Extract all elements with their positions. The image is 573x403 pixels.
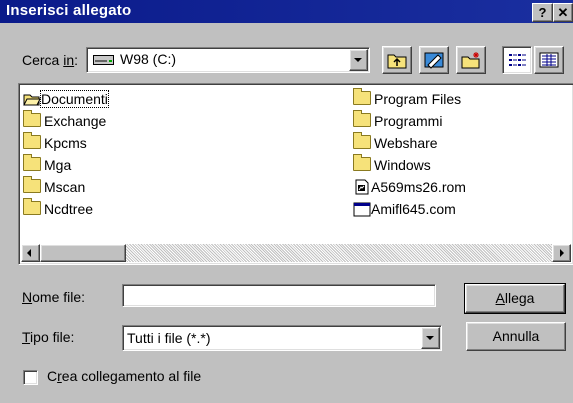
- arrow-left-icon: [27, 249, 31, 257]
- file-type-label: Tipo file:: [22, 329, 75, 345]
- attach-button[interactable]: Allega: [465, 284, 565, 313]
- list-item-folder[interactable]: Exchange: [23, 110, 106, 131]
- create-link-label: Crea collegamento al file: [47, 368, 202, 384]
- list-view-button[interactable]: [502, 46, 532, 74]
- list-item-folder[interactable]: Program Files: [353, 88, 461, 109]
- list-view-icon: [509, 54, 526, 66]
- details-view-button[interactable]: [534, 46, 564, 74]
- list-item-folder[interactable]: Ncdtree: [23, 198, 93, 219]
- list-item-folder[interactable]: Mga: [23, 154, 71, 175]
- list-item-folder[interactable]: Kpcms: [23, 132, 87, 153]
- scroll-right-button[interactable]: [552, 244, 571, 262]
- title-bar: Inserisci allegato ? ✕: [0, 0, 573, 23]
- close-button[interactable]: ✕: [553, 3, 573, 22]
- desktop-button[interactable]: [419, 46, 449, 74]
- folder-icon: [23, 198, 41, 215]
- folder-icon: [353, 88, 371, 105]
- folder-icon: [353, 132, 371, 149]
- list-item-folder[interactable]: Programmi: [353, 110, 442, 131]
- chevron-down-icon: [426, 336, 434, 340]
- list-item-folder[interactable]: Windows: [353, 154, 431, 175]
- window-title: Inserisci allegato: [6, 2, 132, 19]
- list-item-file[interactable]: Amifl645.com: [353, 199, 456, 219]
- drive-icon: [93, 55, 114, 65]
- folder-icon: [353, 154, 371, 171]
- scroll-left-button[interactable]: [21, 244, 40, 262]
- up-folder-icon: [387, 54, 407, 69]
- look-in-label: Cerca in:: [22, 52, 79, 68]
- arrow-right-icon: [560, 249, 564, 257]
- list-item-folder[interactable]: Mscan: [23, 176, 85, 197]
- folder-icon: [23, 110, 41, 127]
- file-list[interactable]: Documenti Exchange Kpcms Mga Mscan Ncdtr…: [18, 83, 573, 265]
- help-button[interactable]: ?: [532, 3, 553, 22]
- chevron-down-icon: [354, 58, 362, 62]
- open-folder-icon: [23, 94, 41, 106]
- list-item-folder[interactable]: Documenti: [23, 89, 109, 109]
- horizontal-scrollbar[interactable]: [21, 244, 571, 262]
- list-item-folder[interactable]: Webshare: [353, 132, 438, 153]
- create-link-checkbox[interactable]: [23, 370, 38, 385]
- cancel-button[interactable]: Annulla: [466, 322, 566, 351]
- file-name-label: Nome file:: [22, 289, 86, 305]
- folder-icon: [353, 110, 371, 127]
- desktop-icon: [424, 52, 444, 69]
- look-in-value: W98 (C:): [120, 51, 176, 67]
- scroll-thumb[interactable]: [40, 244, 126, 262]
- program-file-icon: [353, 202, 371, 217]
- file-type-dropdown[interactable]: Tutti i file (*.*): [122, 325, 442, 351]
- look-in-dropdown[interactable]: W98 (C:): [86, 47, 370, 73]
- list-item-file[interactable]: A569ms26.rom: [353, 177, 466, 197]
- details-view-icon: [539, 52, 559, 68]
- system-file-icon: [355, 179, 369, 195]
- folder-icon: [23, 154, 41, 171]
- folder-icon: [23, 176, 41, 193]
- new-folder-button[interactable]: [456, 46, 486, 74]
- look-in-dropdown-button[interactable]: [349, 49, 368, 71]
- file-name-input[interactable]: [122, 284, 436, 307]
- up-one-level-button[interactable]: [382, 46, 412, 74]
- folder-icon: [23, 132, 41, 149]
- file-type-dropdown-button[interactable]: [421, 327, 440, 349]
- new-folder-icon: [461, 52, 480, 69]
- close-icon: ✕: [557, 5, 569, 20]
- file-type-value: Tutti i file (*.*): [127, 330, 211, 346]
